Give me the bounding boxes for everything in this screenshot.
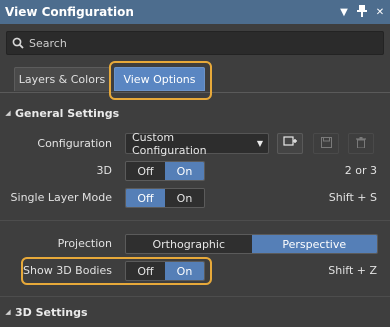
single-layer-shortcut: Shift + S (328, 191, 377, 204)
section-general-settings[interactable]: ◢ General Settings (0, 104, 390, 122)
section-title: General Settings (15, 106, 120, 120)
search-input[interactable] (29, 36, 383, 50)
single-layer-label: Single Layer Mode (10, 191, 112, 204)
single-layer-on-option[interactable]: On (165, 189, 204, 207)
panel-title: View Configuration (5, 5, 134, 19)
pin-icon[interactable] (356, 4, 368, 20)
configuration-dropdown[interactable]: Custom Configuration ▼ (125, 130, 269, 157)
collapse-arrow-icon: ◢ (5, 308, 11, 316)
divider (0, 220, 390, 221)
projection-label: Projection (57, 237, 112, 250)
mode-3d-off-option[interactable]: Off (126, 162, 165, 180)
tab-layers-colors[interactable]: Layers & Colors (14, 67, 110, 91)
chevron-down-icon: ▼ (256, 139, 264, 148)
single-layer-toggle[interactable]: Off On (125, 188, 205, 208)
delete-configuration-button[interactable] (348, 133, 374, 154)
tab-highlight-outline (109, 61, 212, 100)
projection-perspective-option[interactable]: Perspective (251, 235, 377, 253)
divider (0, 296, 390, 297)
title-bar-icons: ▼ ✕ (338, 0, 386, 24)
projection-toggle[interactable]: Orthographic Perspective (125, 234, 378, 254)
delete-icon (356, 136, 366, 151)
save-icon (320, 136, 332, 151)
show-3d-bodies-highlight-outline (21, 257, 212, 285)
menu-arrow-icon[interactable]: ▼ (338, 7, 350, 18)
close-icon[interactable]: ✕ (374, 7, 386, 18)
show-3d-bodies-shortcut: Shift + Z (328, 264, 377, 277)
search-box[interactable] (6, 31, 384, 55)
save-configuration-button[interactable] (313, 133, 339, 154)
add-icon (283, 136, 297, 151)
section-title: 3D Settings (15, 305, 88, 319)
projection-orthographic-option[interactable]: Orthographic (126, 235, 252, 253)
mode-3d-toggle[interactable]: Off On (125, 161, 205, 181)
configuration-label: Configuration (37, 137, 112, 150)
search-icon (7, 37, 29, 49)
single-layer-off-option[interactable]: Off (126, 189, 165, 207)
mode-3d-shortcut: 2 or 3 (344, 164, 377, 177)
title-bar: View Configuration ▼ ✕ (0, 0, 390, 24)
collapse-arrow-icon: ◢ (5, 109, 11, 117)
section-3d-settings[interactable]: ◢ 3D Settings (0, 303, 390, 321)
configuration-value: Custom Configuration (132, 130, 207, 157)
mode-3d-on-option[interactable]: On (165, 162, 204, 180)
mode-3d-label: 3D (96, 164, 112, 177)
add-configuration-button[interactable] (277, 133, 303, 154)
